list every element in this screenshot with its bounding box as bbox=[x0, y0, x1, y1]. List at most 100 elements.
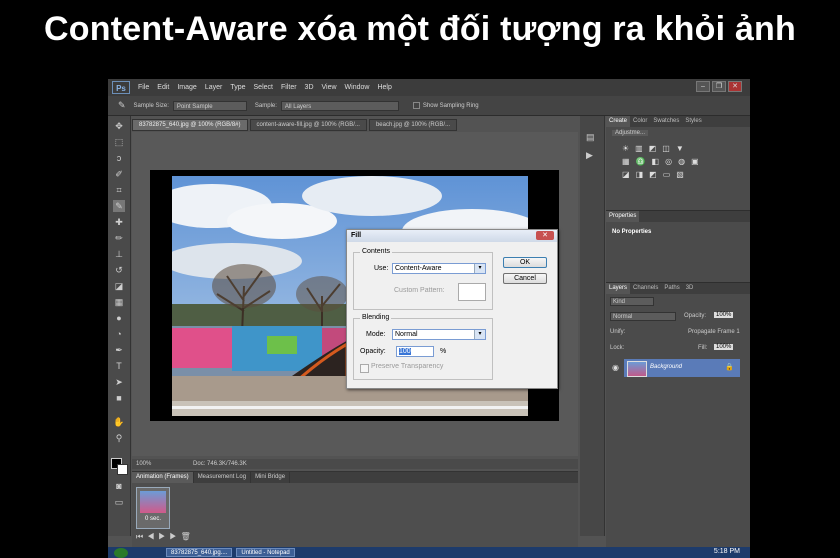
history-icon[interactable]: ▤ bbox=[586, 132, 595, 143]
dialog-close-icon[interactable]: ✕ bbox=[536, 231, 554, 240]
stamp-tool-icon[interactable]: ⊥ bbox=[113, 248, 125, 260]
blend-mode-select[interactable]: Normal bbox=[610, 312, 676, 321]
move-tool-icon[interactable]: ✥ bbox=[113, 120, 125, 132]
tab-animation-frames[interactable]: Animation (Frames) bbox=[132, 472, 194, 483]
eyedropper-icon[interactable]: ✎ bbox=[118, 100, 126, 111]
menu-edit[interactable]: Edit bbox=[157, 84, 169, 91]
brightness-icon[interactable]: ☀ bbox=[622, 144, 635, 153]
eyedropper-tool-icon[interactable]: ✎ bbox=[113, 200, 125, 212]
play-icon[interactable]: ▶ bbox=[158, 532, 169, 541]
tab-swatches[interactable]: Swatches bbox=[650, 116, 682, 127]
shape-tool-icon[interactable]: ■ bbox=[113, 392, 125, 404]
restore-icon[interactable]: ❐ bbox=[712, 81, 726, 92]
tab-channels[interactable]: Channels bbox=[630, 283, 661, 294]
start-button[interactable] bbox=[114, 547, 128, 558]
adjustments-panel-tabs: Create Color Swatches Styles bbox=[606, 116, 750, 127]
layer-row-background[interactable]: Background 🔒 bbox=[624, 359, 740, 377]
show-sampling-ring-checkbox[interactable] bbox=[412, 102, 420, 109]
doc-tab-3[interactable]: beach.jpg @ 100% (RGB/... bbox=[368, 119, 458, 131]
tab-properties[interactable]: Properties bbox=[606, 211, 640, 222]
marquee-tool-icon[interactable]: ⬚ bbox=[113, 136, 125, 148]
minimize-icon[interactable]: – bbox=[696, 81, 710, 92]
fill-value[interactable]: 100% bbox=[714, 344, 734, 350]
menu-window[interactable]: Window bbox=[345, 84, 370, 91]
sample-size-select[interactable]: Point Sample bbox=[172, 100, 247, 111]
lasso-tool-icon[interactable]: ↄ bbox=[113, 152, 125, 164]
zoom-level[interactable]: 100% bbox=[136, 461, 151, 467]
hue-icon[interactable]: ▦ bbox=[622, 157, 636, 166]
menu-view[interactable]: View bbox=[322, 84, 337, 91]
mode-select[interactable]: Normal ▾ bbox=[392, 329, 486, 340]
tab-paths[interactable]: Paths bbox=[661, 283, 682, 294]
menu-3d[interactable]: 3D bbox=[305, 84, 314, 91]
invert-icon[interactable]: ◪ bbox=[622, 170, 636, 179]
healing-tool-icon[interactable]: ✚ bbox=[113, 216, 125, 228]
menu-layer[interactable]: Layer bbox=[205, 84, 223, 91]
dodge-tool-icon[interactable]: ◔ bbox=[113, 328, 125, 340]
ok-button[interactable]: OK bbox=[503, 257, 547, 268]
opacity-input[interactable]: 100 bbox=[396, 346, 434, 357]
menu-file[interactable]: File bbox=[138, 84, 149, 91]
blur-tool-icon[interactable]: ● bbox=[113, 312, 125, 324]
tab-color[interactable]: Color bbox=[630, 116, 650, 127]
threshold-icon[interactable]: ◩ bbox=[649, 170, 663, 179]
balance-icon[interactable]: ♎ bbox=[636, 157, 652, 166]
gradient-map-icon[interactable]: ▭ bbox=[663, 170, 677, 179]
quick-select-tool-icon[interactable]: ✐ bbox=[113, 168, 125, 180]
menu-help[interactable]: Help bbox=[377, 84, 391, 91]
first-frame-icon[interactable]: ⏮ bbox=[136, 532, 147, 541]
tab-measurement-log[interactable]: Measurement Log bbox=[194, 472, 252, 483]
tab-mini-bridge[interactable]: Mini Bridge bbox=[251, 472, 291, 483]
crop-tool-icon[interactable]: ⌗ bbox=[113, 184, 125, 196]
history-brush-icon[interactable]: ↺ bbox=[113, 264, 125, 276]
visibility-eye-icon[interactable]: ◉ bbox=[612, 363, 619, 372]
photo-filter-icon[interactable]: ◎ bbox=[665, 157, 678, 166]
sample-select[interactable]: All Layers bbox=[280, 100, 399, 111]
prev-frame-icon[interactable]: ◀ bbox=[147, 532, 158, 541]
vibrance-icon[interactable]: ▼ bbox=[676, 144, 690, 153]
menu-type[interactable]: Type bbox=[230, 84, 245, 91]
cancel-button[interactable]: Cancel bbox=[503, 273, 547, 284]
bw-icon[interactable]: ◧ bbox=[652, 157, 666, 166]
taskbar-photoshop[interactable]: 83782875_640.jpg.... bbox=[166, 548, 233, 557]
actions-icon[interactable]: ▶ bbox=[586, 150, 593, 161]
brush-tool-icon[interactable]: ✏ bbox=[113, 232, 125, 244]
doc-tab-2[interactable]: content-aware-fill.jpg @ 100% (RGB/... bbox=[249, 119, 367, 131]
mixer-icon[interactable]: ◍ bbox=[678, 157, 691, 166]
exposure-icon[interactable]: ◫ bbox=[662, 144, 676, 153]
zoom-tool-icon[interactable]: ⚲ bbox=[113, 432, 125, 444]
tab-styles[interactable]: Styles bbox=[682, 116, 704, 127]
tab-3d[interactable]: 3D bbox=[683, 283, 697, 294]
menu-image[interactable]: Image bbox=[177, 84, 196, 91]
curves-icon[interactable]: ◩ bbox=[649, 144, 663, 153]
tab-create[interactable]: Create bbox=[606, 116, 631, 127]
selective-color-icon[interactable]: ▧ bbox=[676, 170, 690, 179]
menu-filter[interactable]: Filter bbox=[281, 84, 297, 91]
delete-frame-icon[interactable]: 🗑 bbox=[181, 532, 195, 541]
frame-delay[interactable]: 0 sec. bbox=[137, 516, 169, 522]
animation-frame-1[interactable]: 0 sec. bbox=[136, 487, 170, 529]
use-select[interactable]: Content-Aware ▾ bbox=[392, 263, 486, 274]
background-color-swatch[interactable] bbox=[117, 464, 128, 475]
tab-layers[interactable]: Layers bbox=[606, 283, 631, 294]
doc-tab-1[interactable]: 83782875_640.jpg @ 100% (RGB/8#) bbox=[132, 119, 248, 131]
taskbar-notepad[interactable]: Untitled - Notepad bbox=[236, 548, 295, 557]
lookup-icon[interactable]: ▣ bbox=[691, 157, 705, 166]
close-icon[interactable]: ✕ bbox=[728, 81, 742, 92]
eraser-tool-icon[interactable]: ◪ bbox=[113, 280, 125, 292]
gradient-tool-icon[interactable]: ▦ bbox=[113, 296, 125, 308]
hand-tool-icon[interactable]: ✋ bbox=[113, 416, 125, 428]
type-tool-icon[interactable]: T bbox=[113, 360, 125, 372]
kind-filter[interactable]: Kind bbox=[610, 297, 654, 306]
layer-opacity-value[interactable]: 100% bbox=[714, 312, 734, 318]
menu-select[interactable]: Select bbox=[254, 84, 273, 91]
path-select-tool-icon[interactable]: ➤ bbox=[113, 376, 125, 388]
preserve-transparency-checkbox[interactable] bbox=[360, 364, 369, 373]
screen-mode-icon[interactable]: ▭ bbox=[113, 496, 125, 508]
quick-mask-icon[interactable]: ◙ bbox=[113, 480, 125, 492]
pen-tool-icon[interactable]: ✒ bbox=[113, 344, 125, 356]
unify-label: Unify: bbox=[610, 329, 626, 335]
levels-icon[interactable]: ▥ bbox=[635, 144, 649, 153]
next-frame-icon[interactable]: ▶ bbox=[169, 532, 180, 541]
posterize-icon[interactable]: ◨ bbox=[636, 170, 650, 179]
